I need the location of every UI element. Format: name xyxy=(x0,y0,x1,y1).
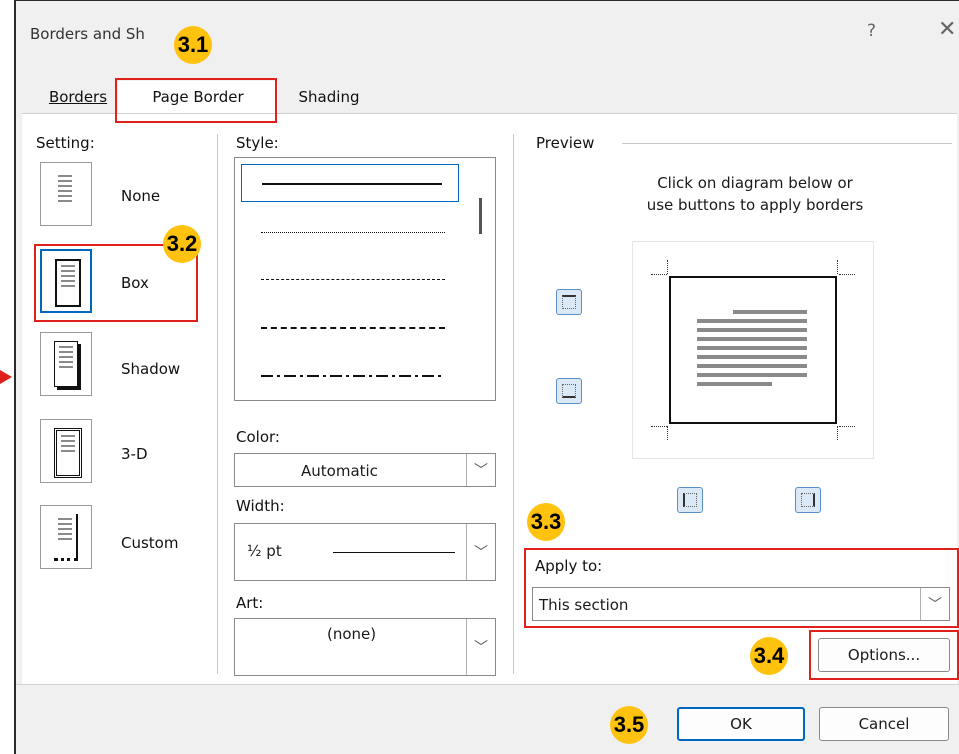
bottom-border-button-icon[interactable] xyxy=(556,378,582,404)
style-listbox[interactable] xyxy=(234,157,496,401)
tab-shading[interactable]: Shading xyxy=(284,81,374,113)
setting-none-icon[interactable] xyxy=(40,162,92,226)
highlight-page-border-tab xyxy=(115,78,277,123)
tab-shading-label: Shading xyxy=(298,88,360,106)
color-label: Color: xyxy=(236,428,280,446)
style-option-dotted[interactable] xyxy=(261,232,445,233)
chevron-down-icon[interactable]: ﹀ xyxy=(466,454,495,486)
color-value: Automatic xyxy=(301,462,378,480)
setting-shadow-label[interactable]: Shadow xyxy=(121,360,180,378)
width-value: ½ pt xyxy=(247,542,282,560)
setting-label: Setting: xyxy=(36,134,95,152)
preview-hint-line2: use buttons to apply borders xyxy=(646,196,864,214)
width-line-sample xyxy=(333,552,455,553)
preview-diagram[interactable] xyxy=(632,241,874,459)
chevron-down-icon[interactable]: ﹀ xyxy=(466,619,495,675)
color-dropdown[interactable]: Automatic ﹀ xyxy=(234,453,496,487)
width-label: Width: xyxy=(236,497,285,515)
annotation-arrow-tip xyxy=(0,370,12,384)
divider-style xyxy=(513,134,514,674)
step-badge-3-5: 3.5 xyxy=(610,706,648,744)
chevron-down-icon[interactable]: ﹀ xyxy=(466,524,495,580)
close-icon[interactable]: ✕ xyxy=(938,17,956,42)
tab-borders[interactable]: Borders xyxy=(40,81,116,113)
step-badge-3-3: 3.3 xyxy=(527,503,565,541)
ok-button[interactable]: OK xyxy=(677,707,805,741)
top-border-button-icon[interactable] xyxy=(556,289,582,315)
step-badge-3-4: 3.4 xyxy=(750,637,788,675)
highlight-options-button xyxy=(809,630,959,680)
style-option-solid[interactable] xyxy=(241,164,459,202)
style-option-dash-dot[interactable] xyxy=(261,375,445,377)
style-label: Style: xyxy=(236,134,279,152)
dialog-footer-divider xyxy=(16,684,959,685)
art-value: (none) xyxy=(327,625,377,643)
style-scrollbar-thumb[interactable] xyxy=(479,198,482,234)
left-border-button-icon[interactable] xyxy=(677,487,703,513)
divider-setting xyxy=(217,134,218,674)
setting-none-label[interactable]: None xyxy=(121,187,160,205)
dialog-title: Borders and Sh xyxy=(30,25,145,43)
preview-label: Preview xyxy=(536,134,595,152)
highlight-apply-to xyxy=(524,548,959,628)
setting-custom-icon[interactable] xyxy=(40,505,92,569)
tab-borders-label: Borders xyxy=(48,88,108,106)
setting-shadow-icon[interactable] xyxy=(40,332,92,396)
right-border-button-icon[interactable] xyxy=(795,487,821,513)
preview-hint: Click on diagram below or use buttons to… xyxy=(590,172,920,216)
setting-3d-label[interactable]: 3-D xyxy=(121,445,148,463)
setting-3d-icon[interactable] xyxy=(40,419,92,483)
help-icon[interactable]: ? xyxy=(867,21,876,41)
preview-hint-line1: Click on diagram below or xyxy=(657,174,853,192)
step-badge-3-1: 3.1 xyxy=(174,26,212,64)
preview-rule xyxy=(622,143,952,144)
style-option-dashed-long[interactable] xyxy=(261,327,445,329)
art-dropdown[interactable]: (none) ﹀ xyxy=(234,618,496,676)
art-label: Art: xyxy=(236,594,264,612)
width-dropdown[interactable]: ½ pt ﹀ xyxy=(234,523,496,581)
cancel-button[interactable]: Cancel xyxy=(819,707,949,741)
style-option-dashed-short[interactable] xyxy=(261,279,445,280)
setting-custom-label[interactable]: Custom xyxy=(121,534,178,552)
step-badge-3-2: 3.2 xyxy=(163,225,201,263)
